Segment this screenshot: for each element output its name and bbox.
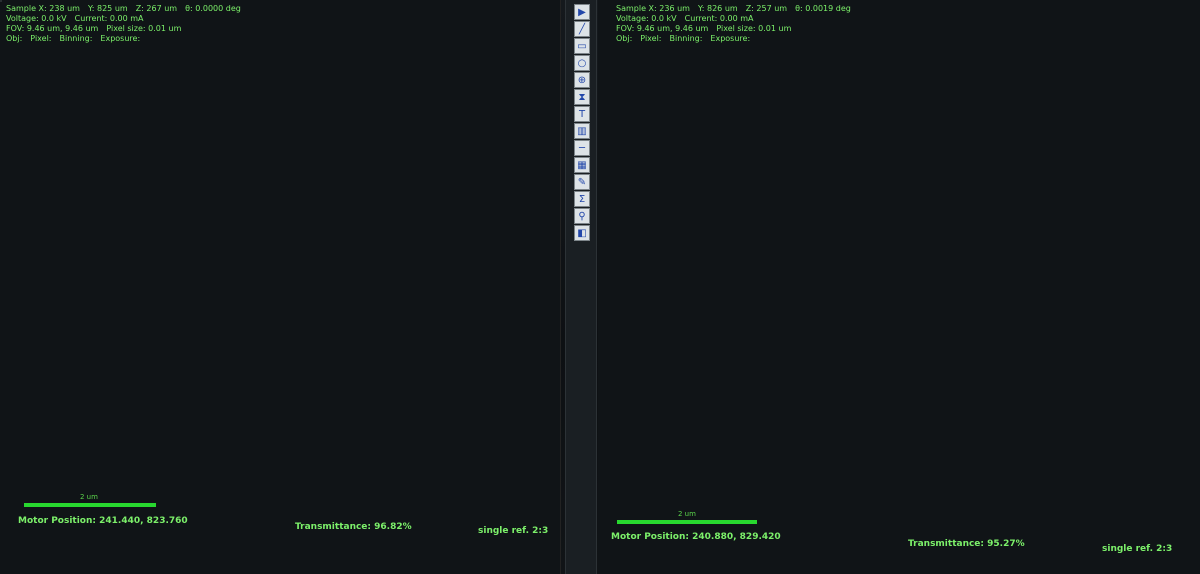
left-scale-bar xyxy=(24,503,156,507)
right-image-canvas xyxy=(1,1,2,2)
right-sample-z: Z: 257 um xyxy=(745,4,788,13)
grid-icon: ▦ xyxy=(577,160,587,171)
right-scale-bar xyxy=(617,520,757,524)
left-transmittance: Transmittance: 96.82% xyxy=(295,522,412,532)
application-window: Sample X: 238 um Y: 825 um Z: 267 um θ: … xyxy=(0,0,1200,574)
histogram-icon: ▥ xyxy=(577,126,587,137)
pointer-tool-button[interactable]: ▶ xyxy=(574,4,590,20)
left-sample-x: Sample X: 238 um xyxy=(6,4,80,13)
pointer-icon: ▶ xyxy=(578,7,586,18)
right-transmittance: Transmittance: 95.27% xyxy=(908,539,1025,549)
left-theta: θ: 0.0000 deg xyxy=(185,4,241,13)
tool-strip: ▶ ╱ ▭ ○ ⊕ ⧗ T ▥ ─ ▦ ✎ Σ ⚲ ◧ xyxy=(565,0,597,574)
left-binning: Binning: xyxy=(59,34,93,43)
left-voltage: Voltage: 0.0 kV xyxy=(6,14,67,23)
hline-tool-button[interactable]: ─ xyxy=(574,140,590,156)
right-motor-position: Motor Position: 240.880, 829.420 xyxy=(611,532,781,542)
right-theta: θ: 0.0019 deg xyxy=(795,4,851,13)
rectangle-tool-button[interactable]: ▭ xyxy=(574,38,590,54)
left-sample-y: Y: 825 um xyxy=(87,4,128,13)
right-xray-image[interactable] xyxy=(0,0,2,2)
left-pixel: Pixel: xyxy=(30,34,52,43)
right-scale-label: 2 um xyxy=(678,510,696,518)
right-sample-x: Sample X: 236 um xyxy=(616,4,690,13)
crosshair-tool-button[interactable]: ⊕ xyxy=(574,72,590,88)
right-voltage: Voltage: 0.0 kV xyxy=(616,14,677,23)
left-ref-label: single ref. 2:3 xyxy=(478,526,549,536)
crosshair-icon: ⊕ xyxy=(577,75,587,86)
text-tool-button[interactable]: T xyxy=(574,106,590,122)
right-pixel-size: Pixel size: 0.01 um xyxy=(716,24,792,33)
left-pixel-size: Pixel size: 0.01 um xyxy=(106,24,182,33)
hline-icon: ─ xyxy=(578,143,586,154)
pen-tool-button[interactable]: ✎ xyxy=(574,174,590,190)
right-fov: FOV: 9.46 um, 9.46 um xyxy=(616,24,709,33)
line-tool-button[interactable]: ╱ xyxy=(574,21,590,37)
zoom-icon: ⚲ xyxy=(578,211,586,222)
contrast-icon: ◧ xyxy=(577,228,587,239)
contrast-tool-button[interactable]: ◧ xyxy=(574,225,590,241)
left-fov: FOV: 9.46 um, 9.46 um xyxy=(6,24,99,33)
circle-tool-button[interactable]: ○ xyxy=(574,55,590,71)
zoom-tool-button[interactable]: ⚲ xyxy=(574,208,590,224)
left-motor-position: Motor Position: 241.440, 823.760 xyxy=(18,516,188,526)
right-current: Current: 0.00 mA xyxy=(684,14,754,23)
grid-tool-button[interactable]: ▦ xyxy=(574,157,590,173)
line-icon: ╱ xyxy=(578,24,586,35)
right-obj: Obj: xyxy=(616,34,633,43)
left-scale-label: 2 um xyxy=(80,493,98,501)
hourglass-icon: ⧗ xyxy=(578,92,586,103)
circle-icon: ○ xyxy=(577,58,587,69)
hourglass-tool-button[interactable]: ⧗ xyxy=(574,89,590,105)
left-current: Current: 0.00 mA xyxy=(74,14,144,23)
sigma-tool-button[interactable]: Σ xyxy=(574,191,590,207)
right-binning: Binning: xyxy=(669,34,703,43)
rectangle-icon: ▭ xyxy=(577,41,587,52)
pen-icon: ✎ xyxy=(577,177,587,188)
left-sample-z: Z: 267 um xyxy=(135,4,178,13)
sigma-icon: Σ xyxy=(578,194,586,205)
histogram-tool-button[interactable]: ▥ xyxy=(574,123,590,139)
left-info-overlay: Sample X: 238 um Y: 825 um Z: 267 um θ: … xyxy=(6,4,241,44)
right-sample-y: Y: 826 um xyxy=(697,4,738,13)
right-exposure: Exposure: xyxy=(710,34,751,43)
right-info-overlay: Sample X: 236 um Y: 826 um Z: 257 um θ: … xyxy=(616,4,851,44)
right-image-panel: Sample X: 236 um Y: 826 um Z: 257 um θ: … xyxy=(598,0,1200,574)
right-pixel: Pixel: xyxy=(640,34,662,43)
left-image-panel: Sample X: 238 um Y: 825 um Z: 267 um θ: … xyxy=(0,0,561,574)
right-ref-label: single ref. 2:3 xyxy=(1102,544,1173,554)
left-exposure: Exposure: xyxy=(100,34,141,43)
left-obj: Obj: xyxy=(6,34,23,43)
text-icon: T xyxy=(578,109,586,120)
